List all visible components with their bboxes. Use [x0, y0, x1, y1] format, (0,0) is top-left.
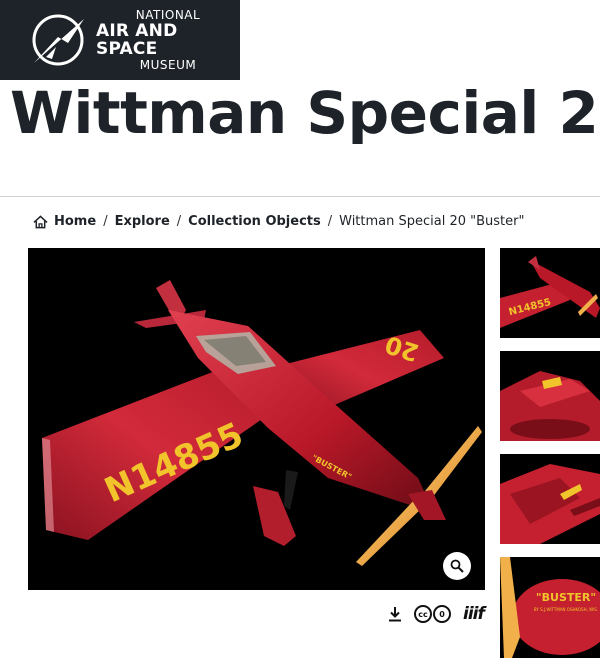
airplane-photo: N14855 20 "BUSTER" [42, 280, 482, 566]
download-icon[interactable] [388, 606, 402, 622]
cc0-license-icon[interactable]: cc 0 [414, 605, 451, 623]
search-icon [450, 559, 464, 573]
breadcrumb-explore-link[interactable]: Explore [115, 214, 170, 229]
zero-icon: 0 [433, 605, 451, 623]
cc-icon: cc [414, 605, 432, 623]
thumbnail-1[interactable]: N14855 [500, 248, 600, 338]
rocket-logo-icon [32, 14, 84, 66]
thumbnail-1-image: N14855 [500, 256, 600, 328]
breadcrumb-separator: / [327, 214, 333, 229]
breadcrumb-collection-objects-link[interactable]: Collection Objects [188, 214, 321, 229]
thumbnail-3-image [500, 464, 600, 544]
home-icon [33, 214, 48, 228]
breadcrumb-home-link[interactable]: Home [54, 214, 96, 229]
breadcrumb-separator: / [176, 214, 182, 229]
logo-line-national: NATIONAL [135, 8, 201, 22]
breadcrumb-current: Wittman Special 20 "Buster" [339, 214, 525, 229]
main-object-image[interactable]: N14855 20 "BUSTER" [28, 248, 485, 590]
breadcrumb: Home / Explore / Collection Objects / Wi… [33, 214, 524, 229]
iiif-icon[interactable]: iiif [463, 604, 485, 624]
thumbnail-2-image [500, 371, 600, 441]
thumbnail-3[interactable] [500, 454, 600, 544]
thumbnail-4[interactable]: "BUSTER" BY S.J.WITTMAN OSHKOSH, WIS. [500, 557, 600, 658]
logo-line-museum: MUSEUM [139, 58, 197, 72]
breadcrumb-separator: / [103, 214, 108, 229]
page-title: Wittman Special 20 "Buster" [10, 82, 600, 144]
header-divider [0, 196, 600, 197]
zoom-button[interactable] [443, 552, 471, 580]
thumbnail-4-image: "BUSTER" BY S.J.WITTMAN OSHKOSH, WIS. [500, 557, 600, 658]
thumbnail-4-nose-subtext: BY S.J.WITTMAN OSHKOSH, WIS. [534, 607, 598, 612]
logo-line-air-and-space: AIR AND SPACE [96, 21, 178, 59]
thumbnail-4-nose-text: "BUSTER" [536, 591, 596, 604]
thumbnail-2[interactable] [500, 351, 600, 441]
museum-logo[interactable]: NATIONAL AIR AND SPACE MUSEUM [0, 0, 240, 80]
image-actions: cc 0 iiif [388, 604, 485, 624]
